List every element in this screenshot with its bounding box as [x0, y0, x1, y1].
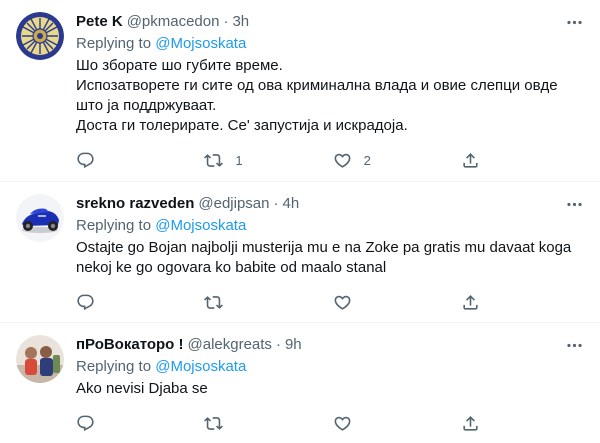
more-icon — [566, 20, 582, 24]
display-name[interactable]: пРоВокаторо ! — [76, 335, 184, 355]
timestamp[interactable]: 9h — [285, 335, 302, 355]
user-handle[interactable]: @pkmacedon — [127, 12, 220, 32]
like-button[interactable] — [333, 286, 373, 318]
reply-button[interactable] — [76, 407, 116, 439]
replying-to: Replying to @Mojsoskata — [76, 357, 584, 377]
user-handle[interactable]: @edjipsan — [198, 194, 269, 214]
separator-dot: · — [275, 336, 281, 353]
retweet-button[interactable] — [204, 407, 244, 439]
share-icon — [463, 294, 478, 310]
display-name[interactable]: Pete K — [76, 12, 123, 32]
user-avatar[interactable] — [16, 335, 64, 383]
replying-prefix: Replying to — [76, 358, 156, 375]
retweet-icon — [204, 295, 224, 309]
action-bar: 1 2 — [76, 144, 501, 176]
replying-to: Replying to @Mojsoskata — [76, 34, 584, 54]
replying-prefix: Replying to — [76, 217, 156, 234]
tweet-text: Шо зборате шо губите време. Испозатворет… — [76, 57, 558, 134]
reply-button[interactable] — [76, 144, 116, 176]
timestamp[interactable]: 4h — [283, 194, 300, 214]
tweet-header: пРоВокаторо ! @alekgreats · 9h — [76, 335, 584, 355]
tweet[interactable]: srekno razveden @edjipsan · 4h Replying … — [0, 182, 600, 323]
retweet-icon — [204, 153, 224, 167]
tweet-text: Ostajte go Bojan najbolji musterija mu e… — [76, 239, 576, 276]
action-bar — [76, 286, 501, 318]
more-options-button[interactable] — [564, 194, 584, 214]
user-avatar[interactable] — [16, 12, 64, 60]
more-options-button[interactable] — [564, 12, 584, 32]
retweet-button[interactable] — [204, 286, 244, 318]
share-icon — [463, 152, 478, 168]
tweet-header: Pete K @pkmacedon · 3h — [76, 12, 584, 32]
action-bar — [76, 407, 501, 439]
reply-icon — [77, 152, 94, 168]
like-button[interactable]: 2 — [333, 144, 373, 176]
reply-button[interactable] — [76, 286, 116, 318]
more-options-button[interactable] — [564, 335, 584, 355]
more-icon — [566, 202, 582, 206]
mention-link[interactable]: @Mojsoskata — [155, 217, 246, 234]
replying-to: Replying to @Mojsoskata — [76, 216, 584, 236]
heart-icon — [334, 416, 351, 431]
user-avatar[interactable] — [16, 194, 64, 242]
tweet[interactable]: Pete K @pkmacedon · 3h Replying to @Mojs… — [0, 0, 600, 182]
heart-icon — [334, 153, 351, 168]
share-button[interactable] — [461, 407, 501, 439]
tweet-header: srekno razveden @edjipsan · 4h — [76, 194, 584, 214]
reply-icon — [77, 294, 94, 310]
retweet-count: 1 — [235, 152, 243, 168]
more-icon — [566, 343, 582, 347]
like-button[interactable] — [333, 407, 373, 439]
retweet-icon — [204, 416, 224, 430]
heart-icon — [334, 295, 351, 310]
like-count: 2 — [363, 152, 371, 168]
mention-link[interactable]: @Mojsoskata — [155, 358, 246, 375]
reply-icon — [77, 415, 94, 431]
separator-dot: · — [223, 13, 229, 30]
display-name[interactable]: srekno razveden — [76, 194, 194, 214]
timestamp[interactable]: 3h — [232, 12, 249, 32]
tweet-text: Ako nevisi Djaba se — [76, 380, 208, 397]
user-handle[interactable]: @alekgreats — [188, 335, 272, 355]
mention-link[interactable]: @Mojsoskata — [155, 35, 246, 52]
share-button[interactable] — [461, 286, 501, 318]
retweet-button[interactable]: 1 — [204, 144, 244, 176]
share-button[interactable] — [461, 144, 501, 176]
tweet[interactable]: пРоВокаторо ! @alekgreats · 9h Replying … — [0, 323, 600, 443]
separator-dot: · — [273, 195, 279, 212]
share-icon — [463, 415, 478, 431]
replying-prefix: Replying to — [76, 35, 156, 52]
